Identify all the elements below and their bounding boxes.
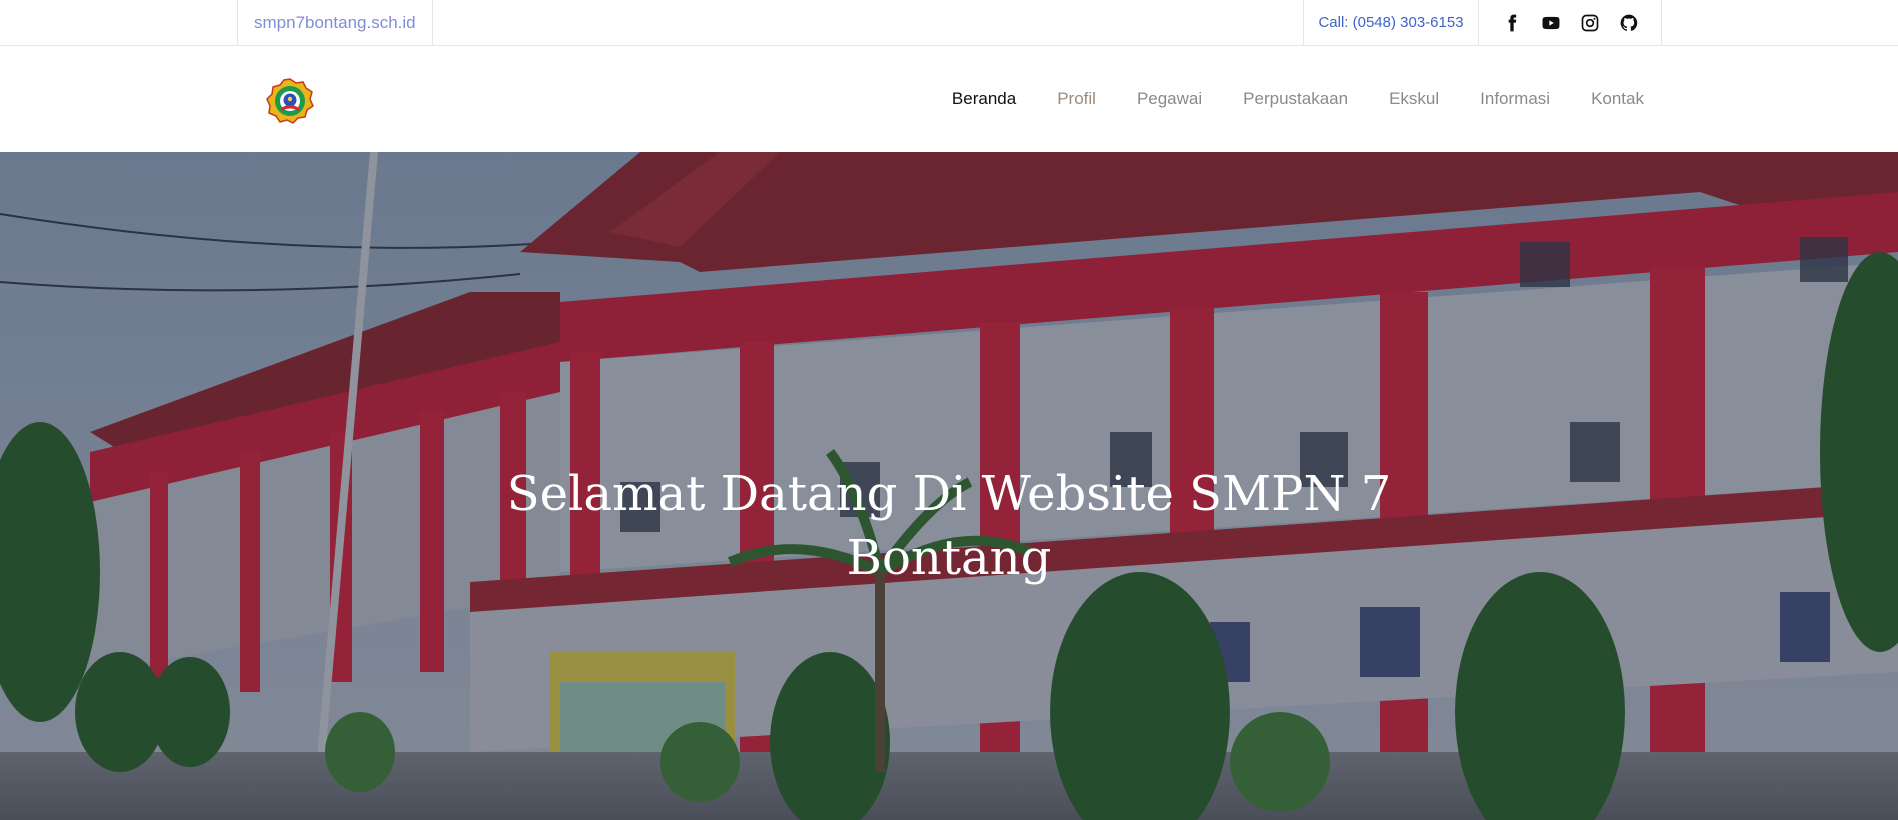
nav-kontak[interactable]: Kontak bbox=[1591, 89, 1644, 109]
nav-beranda[interactable]: Beranda bbox=[952, 89, 1016, 109]
nav-informasi[interactable]: Informasi bbox=[1480, 89, 1550, 109]
hero-section: Selamat Datang Di Website SMPN 7 Bontang bbox=[0, 152, 1898, 820]
nav-profil[interactable]: Profil bbox=[1057, 89, 1096, 109]
instagram-icon[interactable] bbox=[1579, 12, 1600, 33]
site-domain-link[interactable]: smpn7bontang.sch.id bbox=[237, 0, 433, 45]
facebook-icon[interactable] bbox=[1501, 12, 1522, 33]
social-links bbox=[1479, 0, 1662, 45]
nav-ekskul[interactable]: Ekskul bbox=[1389, 89, 1439, 109]
call-phone-number[interactable]: Call: (0548) 303-6153 bbox=[1303, 0, 1479, 45]
hero-title: Selamat Datang Di Website SMPN 7 Bontang bbox=[506, 466, 1392, 586]
nav-perpustakaan[interactable]: Perpustakaan bbox=[1243, 89, 1348, 109]
top-bar: smpn7bontang.sch.id Call: (0548) 303-615… bbox=[0, 0, 1898, 46]
github-icon[interactable] bbox=[1618, 12, 1639, 33]
school-logo[interactable] bbox=[266, 78, 314, 124]
nav-pegawai[interactable]: Pegawai bbox=[1137, 89, 1202, 109]
primary-nav: Beranda Profil Pegawai Perpustakaan Eksk… bbox=[952, 46, 1644, 152]
main-navbar: Beranda Profil Pegawai Perpustakaan Eksk… bbox=[0, 46, 1898, 152]
youtube-icon[interactable] bbox=[1540, 12, 1561, 33]
